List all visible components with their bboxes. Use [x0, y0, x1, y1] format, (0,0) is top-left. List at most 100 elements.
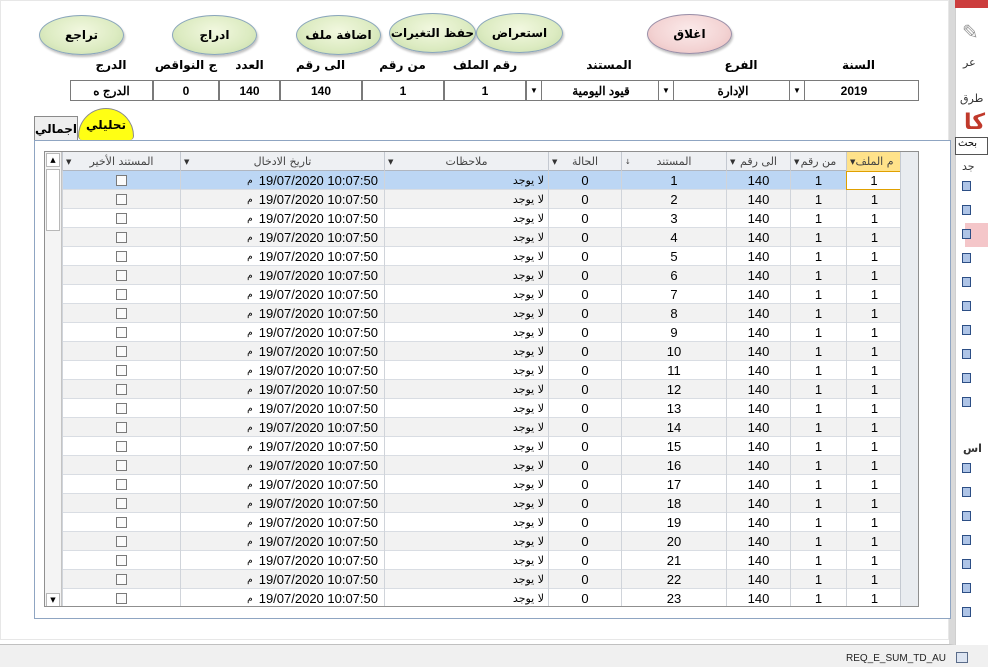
last-doc-checkbox-cell[interactable]: [62, 513, 180, 532]
from-no-cell[interactable]: 1: [790, 342, 846, 361]
last-doc-checkbox-cell[interactable]: [62, 494, 180, 513]
table-row[interactable]: م 19/07/2020 10:07:50 لا يوجد 0 10 140 1 1: [45, 342, 918, 361]
file-no-cell[interactable]: 1: [846, 570, 902, 589]
file-no-cell[interactable]: 1: [846, 228, 902, 247]
table-icon[interactable]: [962, 559, 971, 569]
last-doc-checkbox-cell[interactable]: [62, 399, 180, 418]
from-no-cell[interactable]: 1: [790, 589, 846, 606]
from-no-cell[interactable]: 1: [790, 475, 846, 494]
vertical-scrollbar[interactable]: ▲ ▼: [45, 152, 62, 606]
table-row[interactable]: م 19/07/2020 10:07:50 لا يوجد 0 18 140 1 1: [45, 494, 918, 513]
table-row[interactable]: م 19/07/2020 10:07:50 لا يوجد 0 9 140 1 1: [45, 323, 918, 342]
to-number-field[interactable]: 140: [280, 80, 362, 101]
status-cell[interactable]: 0: [548, 361, 621, 380]
last-doc-checkbox[interactable]: [116, 289, 127, 300]
table-icon[interactable]: [962, 253, 971, 263]
last-doc-checkbox[interactable]: [116, 232, 127, 243]
document-cell[interactable]: 14: [621, 418, 726, 437]
from-no-cell[interactable]: 1: [790, 418, 846, 437]
last-doc-checkbox-cell[interactable]: [62, 532, 180, 551]
to-no-cell[interactable]: 140: [726, 342, 790, 361]
file-no-cell[interactable]: 1: [846, 247, 902, 266]
last-doc-checkbox[interactable]: [116, 536, 127, 547]
insert-button[interactable]: ادراج: [172, 15, 257, 55]
entry-date-cell[interactable]: م 19/07/2020 10:07:50: [180, 285, 384, 304]
notes-cell[interactable]: لا يوجد: [384, 399, 548, 418]
notes-cell[interactable]: لا يوجد: [384, 228, 548, 247]
column-header-last-doc[interactable]: ▼ المستند الأخير: [62, 152, 180, 171]
from-no-cell[interactable]: 1: [790, 323, 846, 342]
document-cell[interactable]: 12: [621, 380, 726, 399]
scroll-up-icon[interactable]: ▲: [46, 153, 60, 167]
notes-cell[interactable]: لا يوجد: [384, 266, 548, 285]
document-cell[interactable]: 1: [621, 171, 726, 190]
document-cell[interactable]: 13: [621, 399, 726, 418]
status-cell[interactable]: 0: [548, 190, 621, 209]
to-no-cell[interactable]: 140: [726, 437, 790, 456]
table-icon[interactable]: [962, 301, 971, 311]
entry-date-cell[interactable]: م 19/07/2020 10:07:50: [180, 456, 384, 475]
notes-cell[interactable]: لا يوجد: [384, 475, 548, 494]
document-cell[interactable]: 20: [621, 532, 726, 551]
notes-cell[interactable]: لا يوجد: [384, 209, 548, 228]
chevron-down-icon[interactable]: ▼: [527, 81, 542, 100]
table-row[interactable]: م 19/07/2020 10:07:50 لا يوجد 0 13 140 1 1: [45, 399, 918, 418]
last-doc-checkbox-cell[interactable]: [62, 171, 180, 190]
last-doc-checkbox[interactable]: [116, 194, 127, 205]
notes-cell[interactable]: لا يوجد: [384, 171, 548, 190]
last-doc-checkbox[interactable]: [116, 384, 127, 395]
last-doc-checkbox-cell[interactable]: [62, 361, 180, 380]
status-cell[interactable]: 0: [548, 266, 621, 285]
last-doc-checkbox-cell[interactable]: [62, 380, 180, 399]
file-no-cell[interactable]: 1: [846, 361, 902, 380]
degree-field[interactable]: الدرج ه: [70, 80, 153, 101]
from-no-cell[interactable]: 1: [790, 570, 846, 589]
document-cell[interactable]: 15: [621, 437, 726, 456]
table-row[interactable]: م 19/07/2020 10:07:50 لا يوجد 0 6 140 1 1: [45, 266, 918, 285]
to-no-cell[interactable]: 140: [726, 418, 790, 437]
last-doc-checkbox[interactable]: [116, 251, 127, 262]
from-no-cell[interactable]: 1: [790, 247, 846, 266]
to-no-cell[interactable]: 140: [726, 209, 790, 228]
file-no-cell[interactable]: 1: [846, 171, 902, 190]
to-no-cell[interactable]: 140: [726, 361, 790, 380]
document-cell[interactable]: 7: [621, 285, 726, 304]
table-icon[interactable]: [962, 511, 971, 521]
last-doc-checkbox-cell[interactable]: [62, 247, 180, 266]
from-no-cell[interactable]: 1: [790, 494, 846, 513]
last-doc-checkbox[interactable]: [116, 517, 127, 528]
last-doc-checkbox-cell[interactable]: [62, 209, 180, 228]
notes-cell[interactable]: لا يوجد: [384, 190, 548, 209]
document-cell[interactable]: 18: [621, 494, 726, 513]
count-field[interactable]: 140: [219, 80, 280, 101]
status-cell[interactable]: 0: [548, 532, 621, 551]
last-doc-checkbox[interactable]: [116, 346, 127, 357]
to-no-cell[interactable]: 140: [726, 323, 790, 342]
document-cell[interactable]: 22: [621, 570, 726, 589]
to-no-cell[interactable]: 140: [726, 475, 790, 494]
entry-date-cell[interactable]: م 19/07/2020 10:07:50: [180, 437, 384, 456]
file-no-cell[interactable]: 1: [846, 437, 902, 456]
notes-cell[interactable]: لا يوجد: [384, 513, 548, 532]
table-row[interactable]: م 19/07/2020 10:07:50 لا يوجد 0 15 140 1 1: [45, 437, 918, 456]
table-row[interactable]: م 19/07/2020 10:07:50 لا يوجد 0 8 140 1 1: [45, 304, 918, 323]
bg-search-box[interactable]: بحث: [955, 137, 988, 155]
from-no-cell[interactable]: 1: [790, 266, 846, 285]
last-doc-checkbox-cell[interactable]: [62, 570, 180, 589]
last-doc-checkbox-cell[interactable]: [62, 304, 180, 323]
last-doc-checkbox-cell[interactable]: [62, 551, 180, 570]
last-doc-checkbox-cell[interactable]: [62, 285, 180, 304]
entry-date-cell[interactable]: م 19/07/2020 10:07:50: [180, 494, 384, 513]
to-no-cell[interactable]: 140: [726, 247, 790, 266]
document-select[interactable]: ▼ قيود اليومية: [526, 80, 676, 101]
status-cell[interactable]: 0: [548, 285, 621, 304]
from-no-cell[interactable]: 1: [790, 190, 846, 209]
table-row[interactable]: م 19/07/2020 10:07:50 لا يوجد 0 19 140 1 1: [45, 513, 918, 532]
entry-date-cell[interactable]: م 19/07/2020 10:07:50: [180, 380, 384, 399]
from-no-cell[interactable]: 1: [790, 361, 846, 380]
status-cell[interactable]: 0: [548, 589, 621, 606]
notes-cell[interactable]: لا يوجد: [384, 456, 548, 475]
document-cell[interactable]: 21: [621, 551, 726, 570]
table-icon[interactable]: [962, 181, 971, 191]
status-cell[interactable]: 0: [548, 304, 621, 323]
